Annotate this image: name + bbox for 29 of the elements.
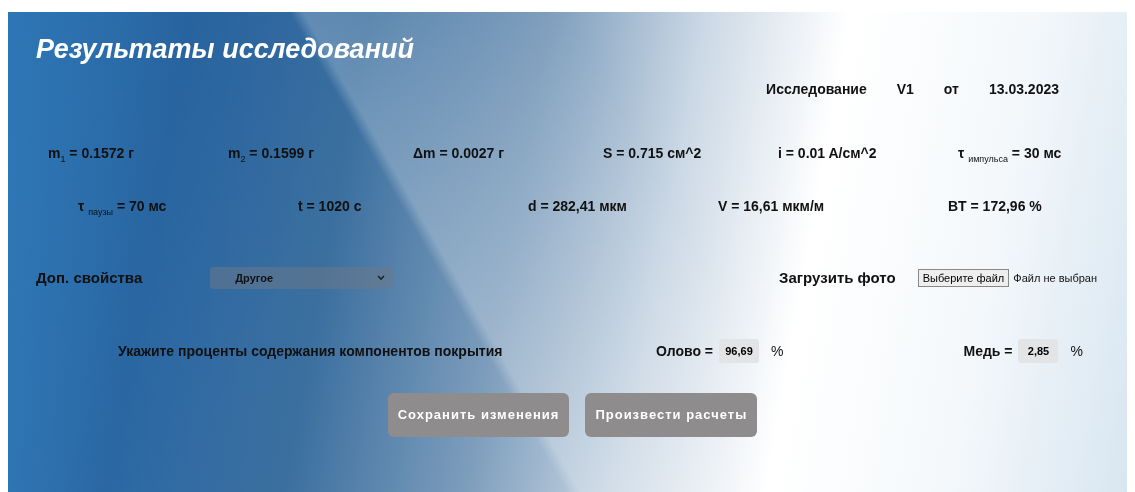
metric-value: τ $_{паузы}$ = 70 мс xyxy=(78,197,168,217)
metric-value: Δm = 0.0027 г xyxy=(413,145,505,163)
properties-label: Доп. свойства xyxy=(36,269,143,287)
metric-value: S = 0.715 см^2 xyxy=(603,145,703,163)
metric-value: τ $_{импульса}$ = 30 мс xyxy=(958,145,1063,164)
metric-value: i = 0.01 A/см^2 xyxy=(778,145,878,163)
properties-dropdown[interactable]: Другое xyxy=(210,266,394,289)
study-label: Исследование xyxy=(766,81,867,97)
composition-prompt: Укажите проценты содержания компонентов покрытия xyxy=(118,342,504,359)
percent-input[interactable]: 2,85 xyxy=(1018,338,1059,363)
upload-label: Загрузить фото xyxy=(779,269,896,287)
file-status: Файл не выбран xyxy=(1013,271,1097,284)
study-separator: от xyxy=(943,81,959,97)
chevron-down-icon xyxy=(377,274,386,281)
study-date: 13.03.2023 xyxy=(988,81,1059,97)
metric-value: m$_{2}$ = 0.1599 г xyxy=(228,145,315,164)
metric-value: d = 282,41 мкм xyxy=(528,197,628,216)
metric-value: t = 1020 с xyxy=(298,197,363,216)
study-version: V1 xyxy=(896,81,914,97)
metric-value: m$_{1}$ = 0.1572 г xyxy=(48,145,135,164)
component-label: Олово = xyxy=(656,342,713,359)
metric-value: BT = 172,96 % xyxy=(948,197,1043,216)
percent-input[interactable]: 96,69 xyxy=(719,338,759,363)
percent-unit: % xyxy=(1070,342,1083,359)
component-label: Медь = xyxy=(963,342,1013,359)
metric-value: V = 16,61 мкм/м xyxy=(718,197,826,216)
page-title: Результаты исследований xyxy=(36,33,415,65)
percent-unit: % xyxy=(771,342,784,359)
choose-file-button[interactable]: Выберите файл xyxy=(917,268,1010,287)
